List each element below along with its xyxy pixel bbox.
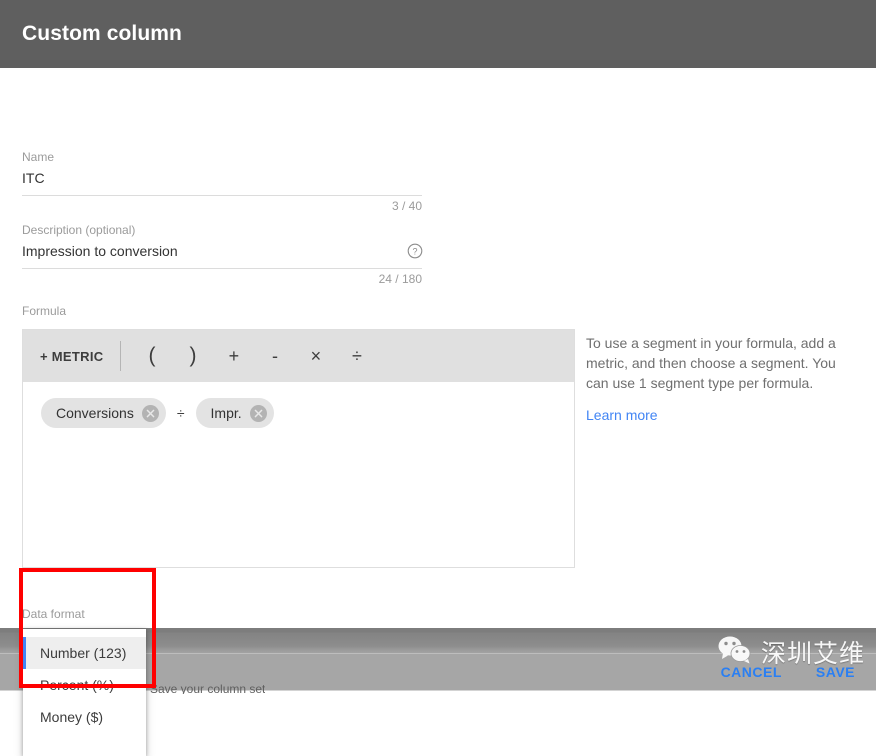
metric-chip-conversions[interactable]: Conversions [41,398,166,428]
dropdown-option-percent[interactable]: Percent (%) [23,669,146,701]
formula-toolbar: + METRIC ( ) + - × ÷ [23,330,574,382]
description-field-group: Description (optional) Impression to con… [22,223,422,286]
metric-chip-impr[interactable]: Impr. [195,398,274,428]
segment-help-panel: To use a segment in your formula, add a … [586,333,848,425]
name-field-group: Name ITC 3 / 40 [22,150,422,213]
toolbar-divider [120,341,122,371]
help-circle-icon[interactable]: ? [407,243,423,259]
custom-column-dialog: Custom column Name ITC 3 / 40 Descriptio… [0,0,876,756]
segment-help-text: To use a segment in your formula, add a … [586,335,836,391]
formula-expression-area[interactable]: Conversions ÷ Impr. [23,382,574,428]
name-input[interactable]: ITC [22,164,422,188]
dialog-actions: CANCEL SAVE [717,658,859,686]
dropdown-option-number[interactable]: Number (123) [23,637,146,669]
remove-metric-icon[interactable] [249,404,267,422]
dialog-title: Custom column [22,22,182,45]
formula-label: Formula [22,304,67,318]
dialog-header: Custom column [0,0,876,68]
expression-operator-divide: ÷ [176,405,185,421]
metric-chip-label: Impr. [210,405,242,421]
description-input[interactable]: Impression to conversion [22,237,422,261]
operator-divide[interactable]: ÷ [336,346,377,367]
dropdown-option-money[interactable]: Money ($) [23,701,146,733]
data-format-dropdown[interactable]: Number (123) Percent (%) Money ($) [23,629,146,756]
operator-minus[interactable]: - [254,346,295,367]
cancel-button[interactable]: CANCEL [717,658,786,686]
operator-close-paren[interactable]: ) [172,344,213,368]
backdrop-row-label: Save your column set [150,683,266,694]
metric-chip-label: Conversions [56,405,134,421]
description-field-label: Description (optional) [22,223,136,237]
name-field-label: Name [22,150,55,164]
svg-text:?: ? [412,246,417,256]
operator-plus[interactable]: + [213,346,254,367]
data-format-label: Data format [22,607,85,621]
learn-more-link[interactable]: Learn more [586,407,658,423]
name-char-counter: 3 / 40 [391,199,422,213]
operator-open-paren[interactable]: ( [131,344,172,368]
formula-editor: + METRIC ( ) + - × ÷ Conversions ÷ Impr. [22,329,575,568]
operator-multiply[interactable]: × [295,346,336,367]
add-metric-button[interactable]: + METRIC [40,349,103,364]
description-char-counter: 24 / 180 [378,272,422,286]
save-button[interactable]: SAVE [812,658,859,686]
remove-metric-icon[interactable] [141,404,159,422]
